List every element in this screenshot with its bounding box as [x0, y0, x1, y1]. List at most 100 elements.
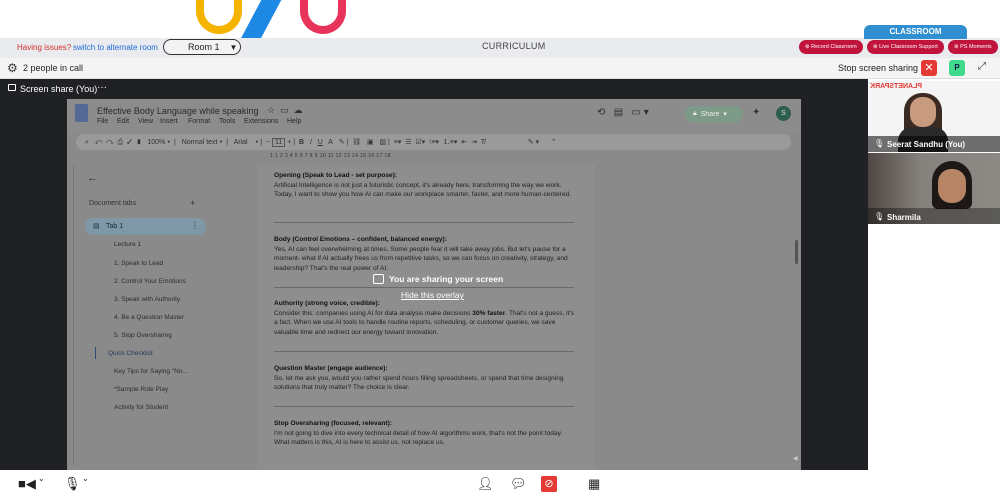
menu-edit[interactable]: Edit: [117, 118, 129, 125]
menu-tools[interactable]: Tools: [219, 118, 235, 125]
scroll-down-icon[interactable]: ◀: [793, 455, 798, 462]
doc-scrollbar[interactable]: [795, 240, 798, 264]
participant-video-face: [910, 97, 936, 127]
outline-item-quick-checklist[interactable]: Quick Checklist: [108, 350, 153, 357]
paint-format-icon[interactable]: ▮: [136, 139, 141, 146]
microphone-icon[interactable]: 🎙︎: [64, 476, 81, 492]
issues-text: Having issues?: [17, 43, 72, 52]
hide-overlay-link[interactable]: Hide this overlay: [401, 290, 464, 300]
gemini-icon[interactable]: ✦: [752, 107, 760, 118]
menu-help[interactable]: Help: [287, 118, 301, 125]
checklist-icon[interactable]: ☑: [415, 139, 421, 146]
bold-icon[interactable]: B: [299, 139, 304, 146]
spellcheck-icon[interactable]: ✓: [127, 139, 132, 146]
ps-moments-button[interactable]: ⊗ PS Moments: [948, 40, 998, 54]
collapse-icon[interactable]: ⌃: [551, 139, 557, 146]
section-heading: Stop Oversharing (focused, relevant):: [274, 420, 392, 427]
tab-more-icon[interactable]: ⋮: [191, 221, 199, 230]
camera-options-chevron-icon[interactable]: ⌄: [38, 474, 45, 483]
chat-icon[interactable]: 💬︎: [510, 476, 527, 492]
section-heading: Authority (strong voice, credible):: [274, 300, 380, 307]
zoom-select[interactable]: 100%: [147, 139, 165, 146]
italic-icon[interactable]: I: [310, 139, 312, 146]
menu-format[interactable]: Format: [188, 118, 210, 125]
redo-icon[interactable]: ↷: [106, 139, 113, 146]
tab-doc-icon: ▤: [93, 223, 100, 230]
gear-icon[interactable]: ⚙: [7, 61, 18, 75]
outline-sub-item[interactable]: Key Tips for Saying "No...: [114, 368, 188, 375]
section-opening: Opening (Speak to Lead - set purpose): A…: [274, 171, 579, 200]
participant-tile-self[interactable]: PLANETSPARK 🎙︎ Seerat Sandhu (You): [868, 81, 1000, 152]
indent-icon[interactable]: ⇤: [461, 139, 467, 146]
plus-icon[interactable]: +: [287, 139, 291, 146]
doc-share-button[interactable]: 🔒︎ Share ▾: [685, 106, 743, 122]
editing-mode-icon[interactable]: ✎ ▾: [528, 139, 539, 146]
style-select[interactable]: Normal text: [182, 139, 218, 146]
screen-share-icon: [8, 84, 16, 91]
live-classroom-support-button[interactable]: ⊗ Live Classroom Support: [867, 40, 944, 54]
outline-item[interactable]: 1. Speak to Lead: [114, 260, 163, 267]
section-body: Artificial Intelligence is not just a fu…: [274, 181, 572, 199]
outline-item[interactable]: 4. Be a Question Master: [114, 314, 184, 321]
classroom-tab[interactable]: CLASSROOM: [864, 25, 967, 39]
undo-icon[interactable]: ↶: [95, 139, 102, 146]
history-comment-meet-icons[interactable]: ⟲ ▤ ▭ ▾: [597, 107, 649, 118]
top-header: [0, 0, 1000, 40]
image-icon[interactable]: ▨: [379, 139, 386, 146]
numbered-list-icon[interactable]: ⒈≡: [443, 139, 454, 146]
more-options-icon[interactable]: ···: [97, 82, 107, 93]
line-spacing-icon[interactable]: ☰: [405, 139, 411, 146]
print-icon[interactable]: ⎙: [118, 139, 124, 146]
screen-share-icon: [373, 274, 384, 284]
menu-insert[interactable]: Insert: [160, 118, 178, 125]
avatar[interactable]: S: [776, 106, 791, 121]
align-icon[interactable]: ≡: [394, 139, 398, 146]
text-color-icon[interactable]: A: [328, 139, 333, 146]
participant-name: Seerat Sandhu (You): [887, 140, 966, 149]
outline-item[interactable]: 5. Stop Oversharing: [114, 332, 172, 339]
curriculum-tab[interactable]: CURRICULUM: [482, 41, 546, 51]
outline-sub-item[interactable]: *Sample Role Play: [114, 386, 168, 393]
search-icon[interactable]: ⌕: [85, 139, 89, 146]
expand-icon[interactable]: ⤢: [978, 61, 986, 72]
whiteboard-icon[interactable]: ▦: [588, 476, 600, 492]
microphone-icon: 🎙︎: [874, 139, 885, 148]
outline-sub-item[interactable]: Activity for Student: [114, 404, 168, 411]
stop-sharing-button[interactable]: ✕: [921, 60, 937, 76]
record-classroom-button[interactable]: ⊗ Record Classroom: [799, 40, 863, 54]
font-size-field[interactable]: 11: [272, 138, 286, 147]
bullet-list-icon[interactable]: ⁝≡: [429, 139, 435, 146]
toolbar-controls[interactable]: ⌕ ↶ ↷ ⎙ ✓ ▮ 100% ▾ | Normal text ▾ | Ari…: [85, 137, 557, 147]
add-tab-icon[interactable]: +: [190, 198, 195, 208]
logo-arc-pink: [300, 0, 346, 34]
camera-icon[interactable]: ■◀: [18, 476, 36, 492]
back-arrow-icon[interactable]: ←: [87, 172, 98, 184]
section-heading: Question Master (engage audience):: [274, 365, 388, 372]
underline-icon[interactable]: U: [318, 139, 323, 146]
p-button[interactable]: P: [949, 60, 965, 76]
participants-icon[interactable]: 👤︎: [477, 476, 494, 492]
font-select[interactable]: Arial: [234, 139, 248, 146]
alternate-room-link[interactable]: switch to alternate room: [73, 43, 158, 52]
highlight-icon[interactable]: ✎: [339, 139, 345, 146]
room-select-value: Room 1: [188, 42, 220, 52]
doc-title[interactable]: Effective Body Language while speaking: [97, 106, 258, 116]
outdent-icon[interactable]: ⇥: [471, 139, 477, 146]
doc-tab-1[interactable]: [85, 218, 206, 235]
room-select[interactable]: Room 1 ▼: [163, 39, 241, 55]
minus-icon[interactable]: −: [266, 139, 270, 146]
outline-item[interactable]: 3. Speak with Authority: [114, 296, 180, 303]
menu-file[interactable]: File: [97, 118, 108, 125]
stop-share-screen-icon[interactable]: ⊘: [541, 476, 557, 492]
comment-icon[interactable]: ▣: [367, 139, 374, 146]
mic-options-chevron-icon[interactable]: ⌄: [82, 474, 89, 483]
menu-view[interactable]: View: [138, 118, 153, 125]
microphone-icon: 🎙︎: [874, 212, 885, 221]
outline-item[interactable]: Lecture 1: [114, 241, 141, 248]
menu-extensions[interactable]: Extensions: [244, 118, 278, 125]
divider: [274, 351, 574, 352]
link-icon[interactable]: ⛓: [352, 139, 361, 146]
outline-item[interactable]: 2. Control Your Emotions: [114, 278, 186, 285]
participant-tile-sharmila[interactable]: 🎙︎ Sharmila: [868, 153, 1000, 224]
clear-format-icon[interactable]: T̸: [481, 139, 485, 146]
